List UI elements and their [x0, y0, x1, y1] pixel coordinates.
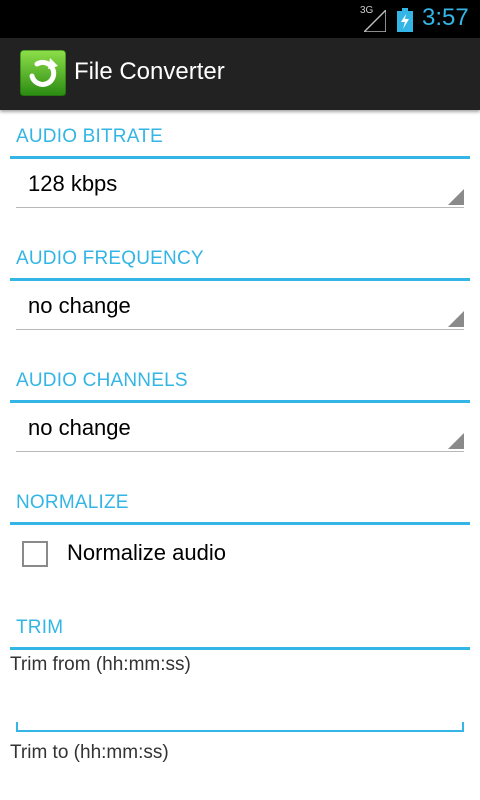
- normalize-header: NORMALIZE: [10, 482, 470, 525]
- battery-charging-icon: [397, 8, 413, 32]
- audio-channels-header-label: AUDIO CHANNELS: [16, 370, 188, 391]
- audio-frequency-header: AUDIO FREQUENCY: [10, 238, 470, 281]
- status-bar: 3G 3:57: [0, 0, 480, 38]
- refresh-arrow-app-icon[interactable]: [19, 49, 67, 97]
- trim-header: TRIM: [10, 607, 470, 650]
- trim-to-label: Trim to (hh:mm:ss): [10, 742, 169, 763]
- audio-channels-spinner[interactable]: no change: [16, 407, 464, 452]
- trim-from-label: Trim from (hh:mm:ss): [10, 654, 191, 675]
- normalize-audio-row[interactable]: Normalize audio: [10, 528, 470, 580]
- audio-channels-header: AUDIO CHANNELS: [10, 360, 470, 403]
- status-clock: 3:57: [422, 4, 469, 31]
- audio-frequency-header-label: AUDIO FREQUENCY: [16, 248, 204, 269]
- signal-indicator: 3G: [360, 5, 388, 32]
- audio-bitrate-spinner[interactable]: 128 kbps: [16, 163, 464, 208]
- trim-from-input[interactable]: [16, 690, 464, 732]
- audio-frequency-value: no change: [28, 293, 131, 318]
- audio-bitrate-value: 128 kbps: [28, 171, 118, 196]
- signal-strength-icon: [364, 10, 386, 32]
- dropdown-triangle-icon: [448, 433, 464, 449]
- normalize-audio-label: Normalize audio: [67, 540, 226, 565]
- audio-frequency-spinner[interactable]: no change: [16, 285, 464, 330]
- dropdown-triangle-icon: [448, 189, 464, 205]
- trim-header-label: TRIM: [16, 617, 64, 638]
- app-title: File Converter: [74, 58, 225, 85]
- dropdown-triangle-icon: [448, 311, 464, 327]
- audio-bitrate-header: AUDIO BITRATE: [10, 116, 470, 159]
- audio-channels-value: no change: [28, 415, 131, 440]
- action-bar: File Converter: [0, 38, 480, 110]
- audio-bitrate-header-label: AUDIO BITRATE: [16, 126, 163, 147]
- normalize-header-label: NORMALIZE: [16, 492, 129, 513]
- normalize-audio-checkbox[interactable]: [22, 541, 48, 567]
